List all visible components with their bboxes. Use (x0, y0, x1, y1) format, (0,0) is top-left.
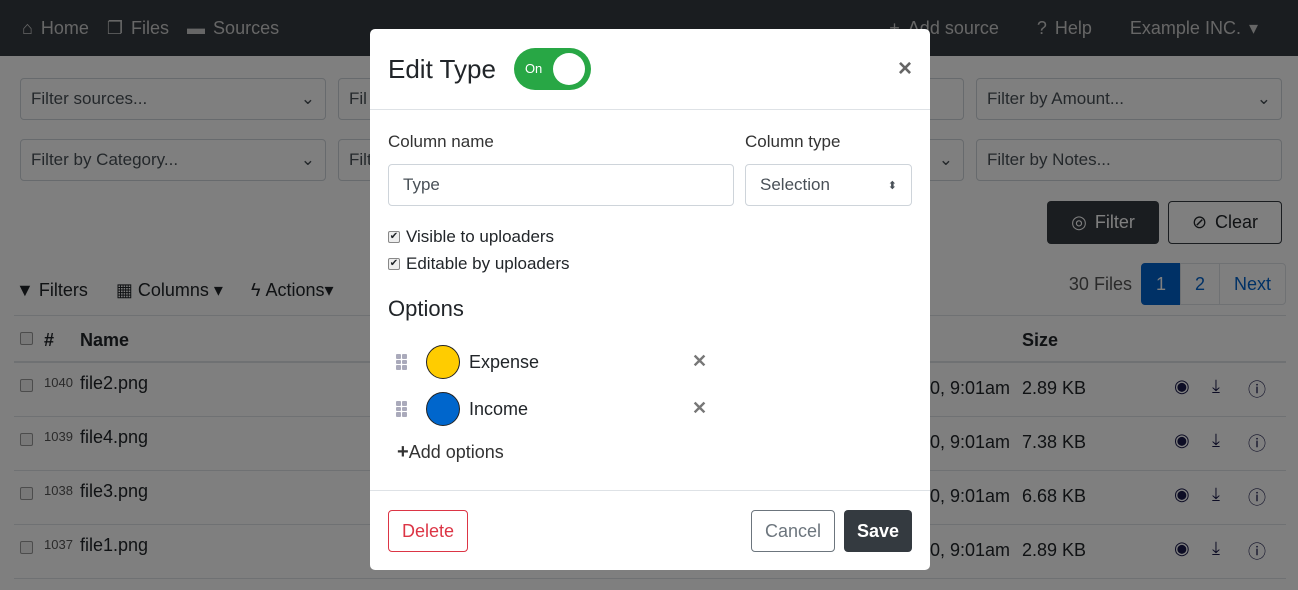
sort-arrows-icon: ⬍ (887, 179, 897, 192)
column-name-input[interactable]: Type (388, 164, 734, 206)
plus-icon: + (397, 441, 409, 463)
save-button[interactable]: Save (844, 510, 912, 552)
remove-option-icon[interactable]: ✕ (692, 351, 707, 372)
modal-title: Edit Type (388, 53, 496, 84)
option-item: Income (396, 392, 686, 426)
close-icon[interactable]: × (898, 55, 912, 83)
drag-handle-icon[interactable] (396, 401, 408, 417)
column-type-label: Column type (745, 132, 841, 151)
drag-handle-icon[interactable] (396, 354, 408, 370)
enabled-toggle[interactable]: On (513, 48, 591, 90)
color-swatch[interactable] (426, 392, 460, 426)
option-item: Expense (396, 345, 686, 379)
option-label: Income (469, 398, 529, 419)
column-type-select[interactable]: Selection ⬍ (745, 164, 912, 206)
delete-button[interactable]: Delete (388, 510, 468, 552)
add-options-button[interactable]: +Add options (397, 441, 504, 464)
cancel-button[interactable]: Cancel (751, 510, 835, 552)
remove-option-icon[interactable]: ✕ (692, 398, 707, 419)
options-title: Options (388, 296, 464, 321)
color-swatch[interactable] (426, 345, 460, 379)
edit-type-modal: Edit Type On × Column name Column type T… (370, 29, 930, 570)
column-name-label: Column name (388, 132, 494, 151)
editable-checkbox[interactable]: ✔ Editable by uploaders (388, 254, 570, 274)
visible-checkbox[interactable]: ✔ Visible to uploaders (388, 227, 554, 247)
option-label: Expense (469, 351, 540, 372)
